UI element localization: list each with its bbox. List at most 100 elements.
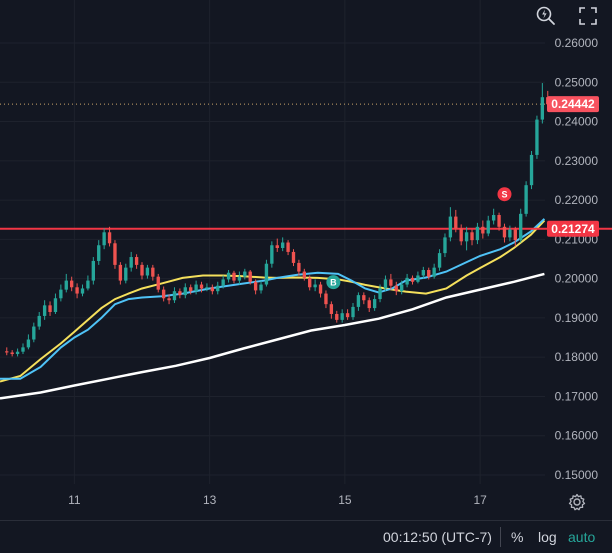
candle-body (464, 232, 469, 242)
candle-body (502, 226, 507, 238)
candle (362, 292, 366, 305)
candle (118, 262, 123, 285)
candle-body (308, 277, 312, 288)
candle (210, 284, 215, 295)
candles (5, 83, 550, 357)
candle-body (529, 154, 534, 186)
candle-body (5, 351, 9, 353)
candle-body (362, 295, 366, 301)
candle-body (535, 119, 539, 155)
candle (59, 284, 63, 302)
candle (318, 281, 323, 298)
candle-body (410, 277, 415, 282)
candle-body (107, 232, 112, 244)
candle (481, 220, 485, 239)
candle (48, 301, 52, 316)
candle (432, 263, 436, 279)
separator (500, 527, 501, 547)
y-tick-label: 0.24000 (555, 115, 599, 129)
candle (129, 251, 133, 272)
log-toggle[interactable]: log (538, 529, 557, 545)
candle (134, 254, 139, 269)
candle-body (113, 243, 117, 265)
candle (291, 249, 296, 267)
y-tick-label: 0.16000 (555, 429, 599, 443)
candle-body (145, 267, 150, 276)
candle-body (48, 305, 52, 313)
candle (535, 115, 539, 159)
candle (340, 309, 344, 323)
candle-body (432, 267, 436, 277)
trade-marker[interactable]: S (497, 187, 512, 202)
candle (394, 281, 398, 296)
candle (15, 348, 20, 357)
candle-body (161, 289, 166, 299)
candle-body (270, 245, 274, 264)
trade-marker[interactable]: B (326, 275, 341, 290)
x-tick-label: 11 (68, 493, 81, 507)
candle-body (416, 275, 420, 282)
clock-timezone[interactable]: 00:12:50 (UTC-7) (383, 529, 492, 545)
fullscreen-button[interactable] (575, 3, 601, 29)
candle-body (205, 287, 209, 289)
auto-toggle[interactable]: auto (568, 529, 595, 545)
candle-body (486, 220, 490, 234)
candle-body (226, 272, 231, 280)
candle (80, 284, 85, 297)
candle (183, 283, 187, 299)
candle-body (243, 271, 247, 277)
candle-body (199, 284, 204, 289)
y-tick-label: 0.15000 (555, 468, 599, 482)
candle-body (421, 269, 426, 276)
magnify-lightning-button[interactable] (533, 3, 559, 29)
candle-body (508, 229, 512, 238)
candle-body (297, 262, 301, 272)
candle-body (183, 287, 187, 296)
candle-body (351, 306, 355, 318)
candle (297, 259, 301, 276)
y-tick-label: 0.25000 (555, 75, 599, 89)
candle (243, 268, 247, 280)
candle-body (10, 352, 14, 355)
candle-body (454, 216, 458, 229)
candle-body (400, 284, 404, 292)
candle (216, 281, 220, 295)
y-tick-label: 0.20000 (555, 272, 599, 286)
candle (156, 273, 160, 293)
candle-body (32, 326, 36, 340)
current-price-tag: 0.24442 (547, 96, 599, 113)
candle-body (232, 272, 236, 281)
candle (486, 215, 490, 237)
candle-body (70, 280, 74, 288)
candle-body (491, 215, 496, 221)
candle (91, 257, 95, 285)
price-chart[interactable]: BS 0.260000.250000.240000.230000.220000.… (0, 0, 612, 520)
candle (97, 240, 101, 265)
y-tick-label: 0.17000 (555, 389, 599, 403)
percent-toggle[interactable]: % (511, 529, 523, 545)
chart-settings-button[interactable] (564, 489, 590, 515)
candle-body (427, 269, 431, 277)
candle-body (313, 284, 317, 288)
candle (491, 208, 496, 225)
candle-body (97, 245, 101, 261)
candle-body (475, 226, 480, 241)
candle (372, 295, 377, 311)
candle (226, 269, 231, 283)
candle (313, 279, 317, 292)
candle-body (42, 305, 47, 316)
candle-body (497, 215, 501, 227)
candle-body (210, 287, 215, 292)
candle-body (340, 313, 344, 320)
time-axis[interactable]: 11 13 15 17 (68, 493, 487, 507)
candle-body (345, 313, 350, 318)
candle-body (253, 281, 258, 291)
candle (232, 270, 236, 284)
candle-body (172, 291, 177, 301)
candle (161, 286, 166, 302)
candle-body (37, 315, 41, 327)
candle (448, 207, 453, 242)
candle (286, 240, 290, 256)
candle (437, 249, 442, 271)
x-tick-label: 13 (203, 493, 217, 507)
